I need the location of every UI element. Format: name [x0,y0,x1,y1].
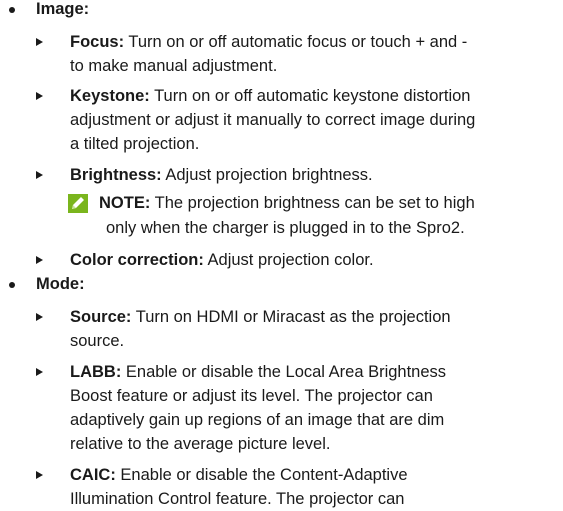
item-text: Enable or disable the Local Area Brightn… [121,363,447,381]
document-page: Image: Focus: Turn on or off automatic f… [0,0,563,510]
note-text: The projection brightness can be set to … [150,194,475,212]
item-line: relative to the average picture level. [70,435,331,453]
item-text: Enable or disable the Content-Adaptive [115,466,408,484]
item-term: Color correction: [70,251,204,269]
section-heading-image: Image: [36,0,90,18]
item-text: Turn on HDMI or Miracast as the projecti… [131,308,451,326]
bullet-dot-icon [9,7,15,13]
item-line: adjustment or adjust it manually to corr… [70,111,476,129]
item-line: Focus: Turn on or off automatic focus or… [70,30,467,54]
item-term: Source: [70,308,132,326]
item-line: Brightness: Adjust projection brightness… [70,163,373,187]
bullet-triangle-icon [36,38,43,46]
item-line: source. [70,332,125,350]
item-line: to make manual adjustment. [70,57,278,75]
item-line: Source: Turn on HDMI or Miracast as the … [70,305,451,329]
item-text: Turn on or off automatic keystone distor… [149,87,471,105]
bullet-dot-icon [9,282,15,288]
bullet-triangle-icon [36,92,43,100]
section-heading-mode: Mode: [36,275,85,293]
bullet-triangle-icon [36,368,43,376]
item-line: LABB: Enable or disable the Local Area B… [70,360,446,384]
item-line: CAIC: Enable or disable the Content-Adap… [70,463,408,487]
item-text: Adjust projection brightness. [161,166,373,184]
item-term: Focus: [70,33,125,51]
item-line: Color correction: Adjust projection colo… [70,248,374,272]
item-line: Keystone: Turn on or off automatic keyst… [70,84,470,108]
item-term: CAIC: [70,466,116,484]
note-line: only when the charger is plugged in to t… [106,219,465,237]
pencil-note-icon [68,194,88,213]
note-line: NOTE: The projection brightness can be s… [99,191,475,215]
bullet-triangle-icon [36,171,43,179]
note-label: NOTE: [99,194,151,212]
item-line: Boost feature or adjust its level. The p… [70,387,433,405]
item-text: Adjust projection color. [203,251,374,269]
item-line: adaptively gain up regions of an image t… [70,411,445,429]
item-term: Keystone: [70,87,150,105]
item-term: LABB: [70,363,122,381]
bullet-triangle-icon [36,256,43,264]
bullet-triangle-icon [36,471,43,479]
item-line: Illumination Control feature. The projec… [70,490,405,508]
bullet-triangle-icon [36,313,43,321]
item-term: Brightness: [70,166,162,184]
item-text: Turn on or off automatic focus or touch … [124,33,468,51]
item-line: a tilted projection. [70,135,200,153]
